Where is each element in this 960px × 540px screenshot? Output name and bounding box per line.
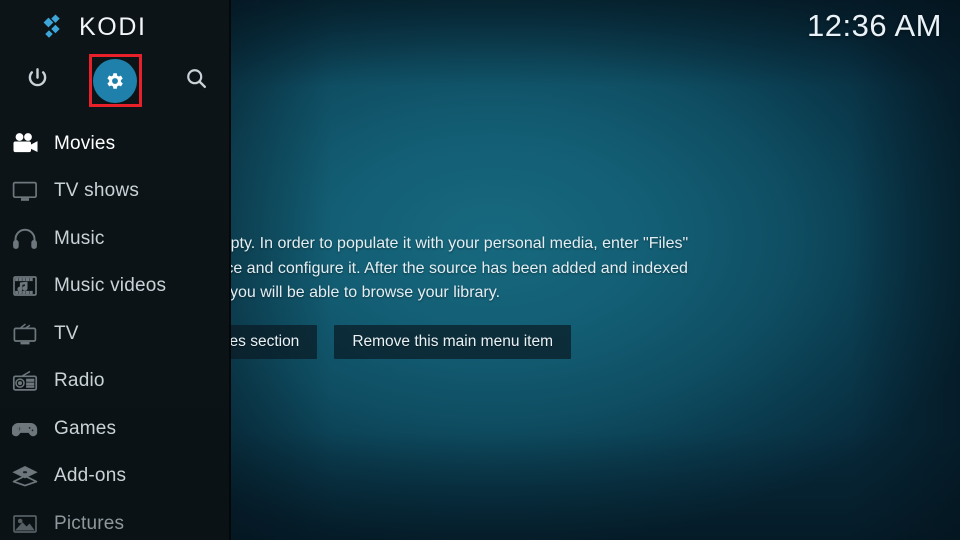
gamepad-icon — [10, 415, 40, 443]
power-button[interactable] — [11, 55, 63, 107]
brand: KODI — [40, 12, 147, 42]
search-button[interactable] — [170, 55, 222, 107]
tv-antenna-icon — [10, 320, 40, 348]
main-menu: Movies TV shows Music Music videos TV Ra… — [0, 120, 231, 540]
kodi-diamond-logo-icon — [40, 12, 70, 42]
addons-box-icon — [10, 462, 40, 490]
sidebar-item-label: Games — [54, 417, 117, 439]
radio-icon — [10, 367, 40, 395]
television-icon — [10, 177, 40, 205]
film-note-icon — [10, 272, 40, 300]
sidebar-item-radio[interactable]: Radio — [0, 358, 231, 406]
sidebar-item-label: TV shows — [54, 180, 140, 202]
sidebar-item-label: Music — [54, 227, 105, 249]
gear-icon — [93, 59, 137, 103]
power-icon — [25, 66, 50, 96]
sidebar-item-movies[interactable]: Movies — [0, 120, 231, 168]
sidebar-item-label: Movies — [54, 132, 116, 154]
sidebar-item-tv-shows[interactable]: TV shows — [0, 168, 231, 216]
sidebar-item-label: Radio — [54, 370, 105, 392]
sidebar-item-add-ons[interactable]: Add-ons — [0, 453, 231, 501]
search-icon — [184, 66, 209, 96]
movie-camera-icon — [10, 130, 40, 158]
picture-icon — [10, 510, 40, 538]
sidebar-item-label: TV — [54, 322, 79, 344]
sidebar-item-music[interactable]: Music — [0, 215, 231, 263]
sidebar-item-label: Add-ons — [54, 465, 127, 487]
settings-button[interactable] — [89, 55, 141, 107]
sidebar-item-label: Pictures — [54, 512, 125, 534]
kodi-home-screen: 12:36 AM Your library is currently empty… — [0, 0, 960, 540]
sidebar-item-tv[interactable]: TV — [0, 310, 231, 358]
headphones-icon — [10, 225, 40, 253]
sidebar: KODI Movies TV shows Music Music videos … — [0, 0, 231, 540]
sidebar-item-label: Music videos — [54, 275, 167, 297]
brand-name: KODI — [79, 13, 147, 41]
sidebar-item-pictures[interactable]: Pictures — [0, 500, 231, 540]
sidebar-item-games[interactable]: Games — [0, 405, 231, 453]
top-icon-row — [0, 55, 231, 107]
clock: 12:36 AM — [807, 8, 942, 43]
remove-main-menu-item-button[interactable]: Remove this main menu item — [334, 324, 572, 359]
sidebar-item-music-videos[interactable]: Music videos — [0, 263, 231, 311]
